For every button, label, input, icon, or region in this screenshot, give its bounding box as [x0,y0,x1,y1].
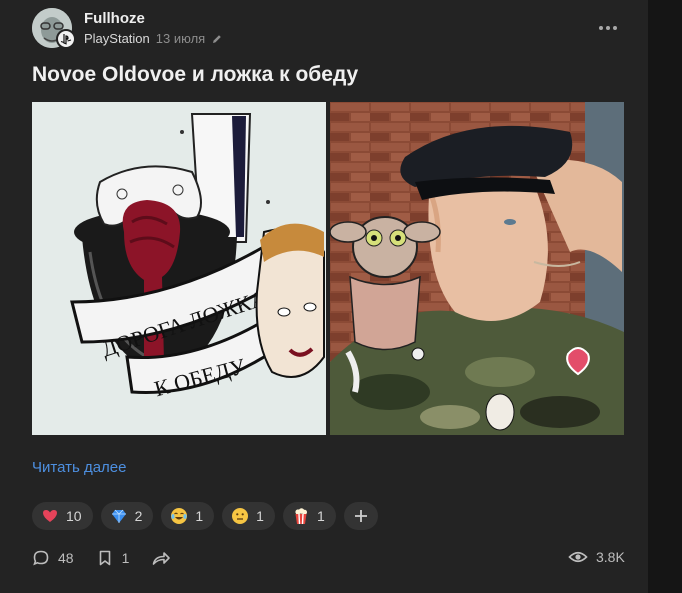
reaction-count: 1 [256,508,264,524]
post-image-left[interactable]: ДОРОГА ЛОЖКА К ОБЕДУ [32,102,326,435]
post-footer: 48 1 [32,549,171,567]
comments-count: 48 [58,550,74,566]
reaction-laugh[interactable]: 1 [161,502,215,530]
post-title[interactable]: Novoe Oldovoe и ложка к обеду [32,63,358,87]
views-counter: 3.8K [568,549,625,565]
author-name[interactable]: Fullhoze [84,10,145,27]
post-date: 13 июля [155,31,206,46]
reaction-neutral[interactable]: 1 [222,502,275,530]
share-button[interactable] [151,549,171,567]
views-count: 3.8K [596,549,625,565]
reaction-popcorn[interactable]: 1 [282,502,336,530]
reaction-count: 2 [134,508,143,524]
more-dots-icon [599,26,603,30]
reaction-count: 1 [195,508,204,524]
laughing-face-icon [171,508,188,524]
reaction-diamond[interactable]: 2 [100,502,154,530]
read-more-link[interactable]: Читать далее [32,459,126,476]
reaction-count: 10 [66,508,82,524]
playstation-icon [56,29,76,49]
heart-icon [43,510,57,522]
bookmark-button[interactable]: 1 [96,549,130,567]
diamond-icon [111,509,126,523]
plus-icon [354,510,367,522]
bookmark-icon [99,550,110,566]
post-image-right[interactable] [330,102,624,435]
neutral-face-icon [232,508,249,524]
post-meta: PlayStation 13 июля [84,31,223,46]
add-reaction-button[interactable] [343,502,378,530]
reaction-count: 1 [316,508,325,524]
eye-icon [568,551,588,563]
share-arrow-icon [153,552,171,565]
bookmarks-count: 1 [121,550,130,566]
post-card: Fullhoze PlayStation 13 июля Novoe Oldov… [0,0,648,593]
page-gutter [648,0,682,593]
community-link[interactable]: PlayStation [84,31,150,46]
popcorn-icon [295,508,307,525]
reactions-bar: 10 2 1 1 1 [32,502,378,530]
reaction-heart[interactable]: 10 [32,502,93,530]
comments-button[interactable]: 48 [32,549,74,567]
pencil-icon [213,34,222,43]
more-options-button[interactable] [596,20,620,36]
comment-icon [33,550,49,566]
